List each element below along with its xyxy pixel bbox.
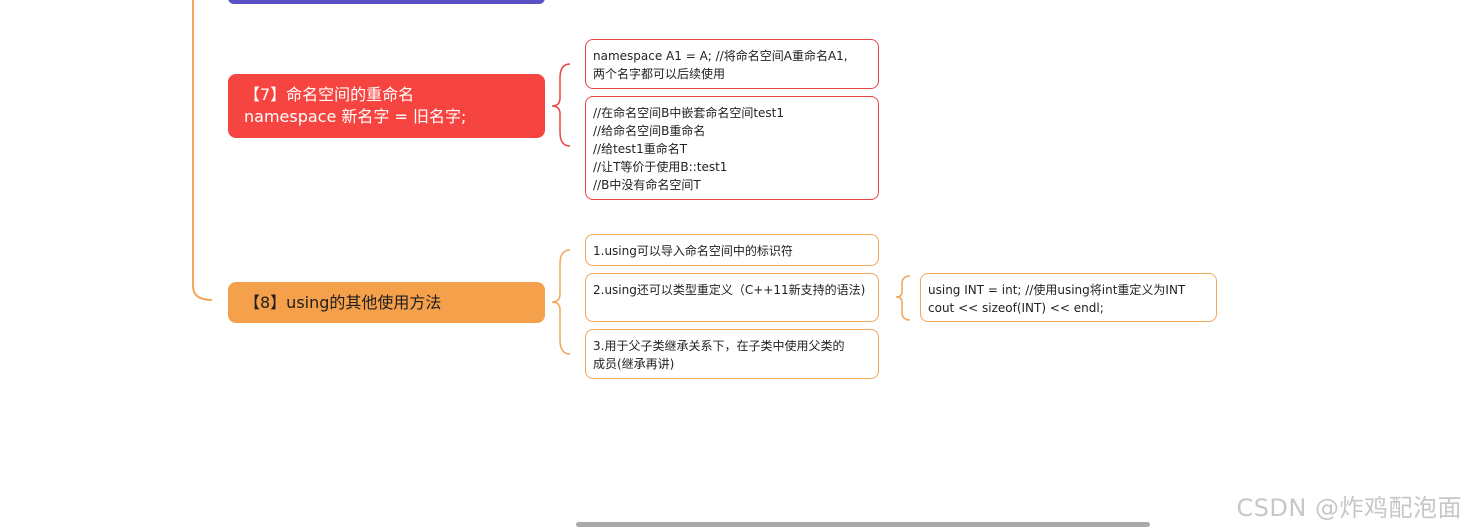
note-using-int-example[interactable]: using INT = int; //使用using将int重定义为INT co…: [920, 273, 1217, 322]
topic-seven-line2: namespace 新名字 = 旧名字;: [244, 107, 467, 126]
note-line: 成员(继承再讲): [593, 357, 675, 371]
brace-seven: [551, 63, 571, 147]
topic-eight-label: 【8】using的其他使用方法: [244, 292, 442, 312]
topic-using-other-uses[interactable]: 【8】using的其他使用方法: [228, 282, 545, 323]
note-line: //B中没有命名空间T: [593, 178, 701, 192]
trunk-line: [192, 0, 213, 301]
note-line: 2.using还可以类型重定义（C++11新支持的语法): [593, 283, 866, 297]
brace-eight: [551, 249, 571, 355]
note-nested-rename[interactable]: //在命名空间B中嵌套命名空间test1 //给命名空间B重命名 //给test…: [585, 96, 879, 200]
note-line: 两个名字都可以后续使用: [593, 67, 726, 81]
note-line: //在命名空间B中嵌套命名空间test1: [593, 106, 784, 120]
note-using-typedef[interactable]: 2.using还可以类型重定义（C++11新支持的语法): [585, 273, 879, 322]
note-line: //让T等价于使用B::test1: [593, 160, 728, 174]
note-using-inheritance[interactable]: 3.用于父子类继承关系下，在子类中使用父类的 成员(继承再讲): [585, 329, 879, 379]
brace-eight-child: [895, 275, 911, 321]
note-rename-example[interactable]: namespace A1 = A; //将命名空间A重命名A1, 两个名字都可以…: [585, 39, 879, 89]
note-line: cout << sizeof(INT) << endl;: [928, 301, 1104, 315]
note-line: namespace A1 = A; //将命名空间A重命名A1,: [593, 49, 848, 63]
note-line: 1.using可以导入命名空间中的标识符: [593, 244, 793, 258]
note-using-import[interactable]: 1.using可以导入命名空间中的标识符: [585, 234, 879, 266]
topic-namespace-rename[interactable]: 【7】命名空间的重命名 namespace 新名字 = 旧名字;: [228, 74, 545, 138]
note-line: 3.用于父子类继承关系下，在子类中使用父类的: [593, 339, 845, 353]
note-line: using INT = int; //使用using将int重定义为INT: [928, 283, 1186, 297]
note-line: //给命名空间B重命名: [593, 124, 706, 138]
topic-previous[interactable]: [228, 0, 545, 4]
horizontal-scrollbar[interactable]: [576, 522, 1150, 527]
watermark: CSDN @炸鸡配泡面: [1236, 494, 1462, 522]
topic-seven-line1: 【7】命名空间的重命名: [244, 85, 415, 104]
note-line: //给test1重命名T: [593, 142, 688, 156]
